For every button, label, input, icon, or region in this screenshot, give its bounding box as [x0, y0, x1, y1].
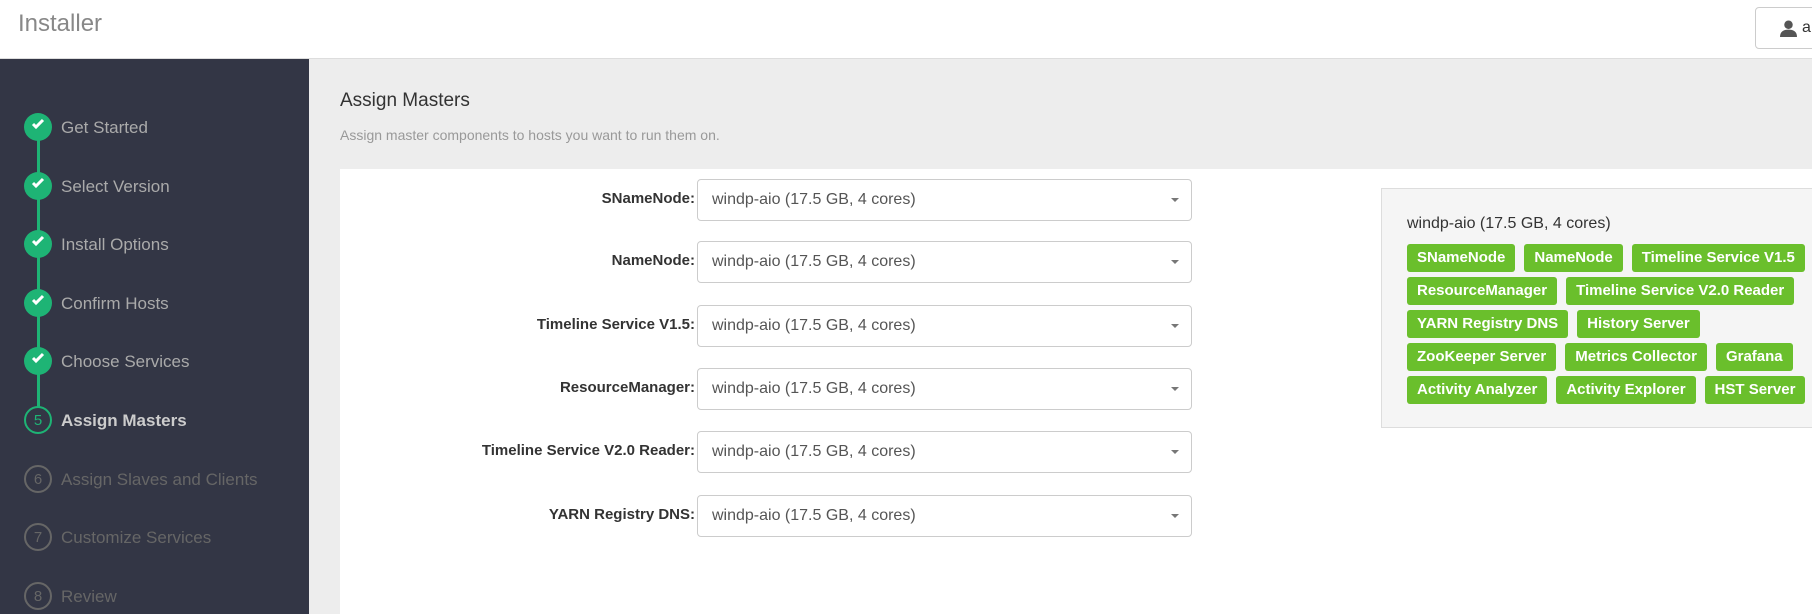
component-label: NameNode:: [611, 252, 695, 269]
user-menu-button[interactable]: a: [1755, 7, 1812, 49]
master-assignment-row: ResourceManager: windp-aio (17.5 GB, 4 co…: [340, 368, 1200, 410]
step-label: Assign Masters: [61, 411, 187, 430]
wizard-step[interactable]: Install Options: [24, 230, 304, 258]
caret-down-icon: [1171, 198, 1179, 202]
component-tag: Metrics Collector: [1565, 343, 1707, 371]
step-label: Get Started: [61, 118, 148, 137]
step-number: 7: [24, 523, 52, 551]
wizard-step: 7 Customize Services: [24, 523, 304, 551]
step-number: 5: [24, 406, 52, 434]
step-label: Assign Slaves and Clients: [61, 470, 258, 489]
step-label: Choose Services: [61, 352, 190, 371]
step-label: Select Version: [61, 177, 170, 196]
component-tag: YARN Registry DNS: [1407, 310, 1569, 338]
host-select[interactable]: windp-aio (17.5 GB, 4 cores): [697, 179, 1192, 221]
host-select[interactable]: windp-aio (17.5 GB, 4 cores): [697, 368, 1192, 410]
check-icon: [24, 172, 52, 200]
step-label: Install Options: [61, 235, 169, 254]
master-assignment-row: Timeline Service V1.5: windp-aio (17.5 GB…: [340, 305, 1200, 347]
component-tag: HST Server: [1704, 376, 1806, 404]
page-title: Assign Masters: [340, 90, 470, 111]
master-assignment-row: SNameNode: windp-aio (17.5 GB, 4 cores): [340, 179, 1200, 221]
host-select[interactable]: windp-aio (17.5 GB, 4 cores): [697, 495, 1192, 537]
page-subtitle: Assign master components to hosts you wa…: [340, 127, 720, 143]
component-tag: Grafana: [1715, 343, 1793, 371]
step-label: Review: [61, 587, 117, 606]
wizard-step[interactable]: Get Started: [24, 113, 304, 141]
component-label: YARN Registry DNS:: [548, 506, 695, 523]
host-select[interactable]: windp-aio (17.5 GB, 4 cores): [697, 305, 1192, 347]
check-icon: [24, 347, 52, 375]
caret-down-icon: [1171, 260, 1179, 264]
wizard-step[interactable]: Choose Services: [24, 347, 304, 375]
component-label: Timeline Service V1.5:: [536, 316, 695, 333]
check-icon: [24, 289, 52, 317]
app-title: Installer: [18, 10, 103, 37]
caret-down-icon: [1171, 450, 1179, 454]
step-label: Customize Services: [61, 528, 212, 547]
component-label: SNameNode:: [601, 190, 695, 207]
master-assignment-row: YARN Registry DNS: windp-aio (17.5 GB, 4 …: [340, 495, 1200, 537]
component-tag: History Server: [1577, 310, 1700, 338]
component-tag: SNameNode: [1407, 244, 1516, 272]
wizard-steps-sidebar: Get Started Select Version Install Options…: [0, 59, 309, 614]
user-icon: [1780, 20, 1797, 37]
step-label: Confirm Hosts: [61, 294, 169, 313]
master-assignment-row: Timeline Service V2.0 Reader: windp-aio (…: [340, 431, 1200, 473]
master-assignment-row: NameNode: windp-aio (17.5 GB, 4 cores): [340, 241, 1200, 283]
component-tag: Timeline Service V1.5: [1631, 244, 1805, 272]
component-tag: Activity Explorer: [1556, 376, 1696, 404]
wizard-step[interactable]: Confirm Hosts: [24, 289, 304, 317]
component-tag: Timeline Service V2.0 Reader: [1566, 277, 1795, 305]
user-name: a: [1802, 19, 1811, 36]
caret-down-icon: [1171, 387, 1179, 391]
caret-down-icon: [1171, 514, 1179, 518]
component-label: Timeline Service V2.0 Reader:: [481, 442, 695, 459]
wizard-step: 5 Assign Masters: [24, 406, 304, 434]
component-tag: Activity Analyzer: [1407, 376, 1548, 404]
component-label: ResourceManager:: [559, 379, 695, 396]
host-select[interactable]: windp-aio (17.5 GB, 4 cores): [697, 241, 1192, 283]
step-number: 6: [24, 465, 52, 493]
component-tag: ZooKeeper Server: [1407, 343, 1557, 371]
wizard-step[interactable]: Select Version: [24, 172, 304, 200]
top-header: Installer a: [0, 0, 1812, 59]
caret-down-icon: [1171, 324, 1179, 328]
component-tag: ResourceManager: [1407, 277, 1558, 305]
wizard-step: 8 Review: [24, 582, 304, 610]
check-icon: [24, 230, 52, 258]
check-icon: [24, 113, 52, 141]
wizard-step: 6 Assign Slaves and Clients: [24, 465, 304, 493]
host-summary-box: windp-aio (17.5 GB, 4 cores) SNameNode Na…: [1381, 188, 1812, 428]
component-tag: NameNode: [1524, 244, 1623, 272]
step-number: 8: [24, 582, 52, 610]
host-select[interactable]: windp-aio (17.5 GB, 4 cores): [697, 431, 1192, 473]
host-name: windp-aio (17.5 GB, 4 cores): [1407, 215, 1611, 232]
